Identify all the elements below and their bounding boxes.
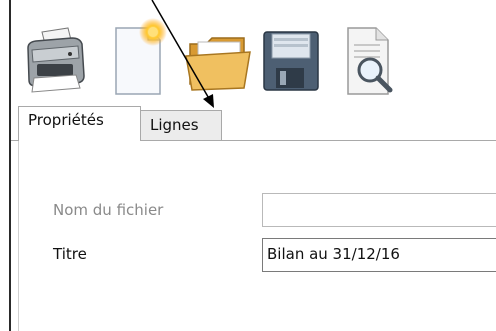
title-label: Titre [53, 245, 87, 263]
open-folder-icon [185, 37, 251, 91]
print-preview-button[interactable] [336, 14, 408, 102]
application-window: Propriétés Lignes Nom du fichier Titre B… [0, 0, 496, 331]
file-name-input[interactable] [262, 193, 496, 227]
tab-proprietes[interactable]: Propriétés [18, 106, 141, 141]
print-preview-icon [347, 27, 393, 95]
file-name-label: Nom du fichier [53, 201, 164, 219]
new-document-button[interactable] [104, 14, 176, 102]
print-button[interactable] [20, 14, 92, 102]
printer-icon [27, 27, 85, 93]
tab-lignes[interactable]: Lignes [141, 110, 222, 140]
panel-left-edge [18, 140, 19, 331]
save-floppy-icon [263, 31, 319, 91]
tab-proprietes-label: Propriétés [28, 111, 104, 129]
tab-lignes-label: Lignes [150, 116, 199, 134]
new-document-icon [115, 18, 167, 95]
properties-panel [11, 141, 496, 331]
save-button[interactable] [258, 14, 330, 102]
title-input[interactable]: Bilan au 31/12/16 [262, 238, 496, 272]
open-folder-button[interactable] [184, 14, 256, 102]
